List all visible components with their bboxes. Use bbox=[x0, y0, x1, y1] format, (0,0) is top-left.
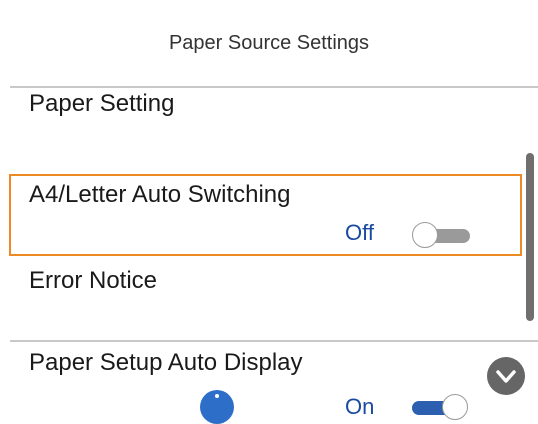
scrollbar[interactable] bbox=[526, 153, 534, 321]
toggle-knob bbox=[412, 222, 438, 248]
header-divider bbox=[10, 86, 538, 88]
auto-switching-toggle[interactable] bbox=[410, 221, 472, 251]
setup-auto-display-item[interactable]: Paper Setup Auto Display bbox=[29, 349, 303, 377]
setup-auto-display-toggle[interactable] bbox=[410, 393, 472, 423]
info-icon[interactable] bbox=[200, 390, 234, 424]
section-divider bbox=[10, 340, 538, 342]
page-title: Paper Source Settings bbox=[168, 31, 370, 54]
paper-setting-item[interactable]: Paper Setting bbox=[29, 90, 174, 118]
toggle-knob bbox=[442, 394, 468, 420]
auto-switching-label: A4/Letter Auto Switching bbox=[29, 181, 291, 208]
error-notice-item[interactable]: Error Notice bbox=[29, 267, 157, 295]
info-dot bbox=[215, 394, 219, 398]
chevron-down-icon bbox=[496, 370, 516, 383]
setup-auto-display-state: On bbox=[345, 394, 375, 419]
auto-switching-state: Off bbox=[345, 220, 374, 245]
scroll-down-button[interactable] bbox=[487, 357, 525, 395]
